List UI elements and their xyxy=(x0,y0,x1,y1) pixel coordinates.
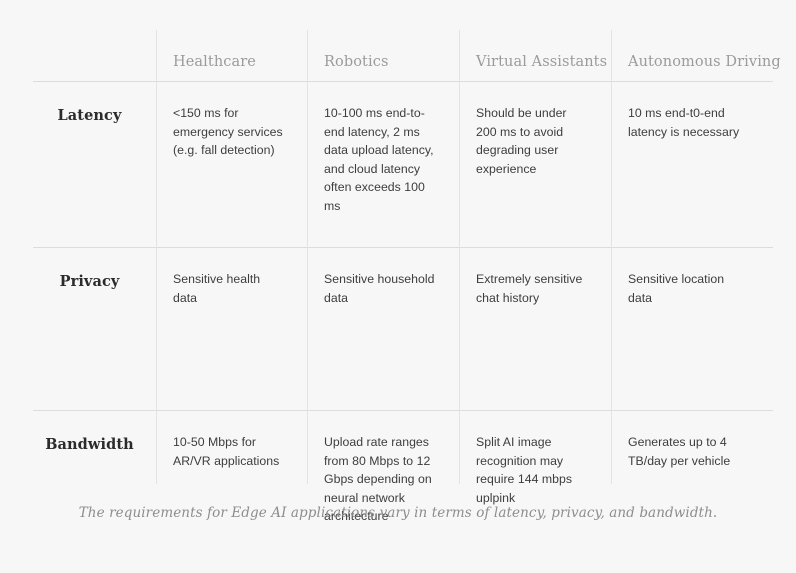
header-corner-cell xyxy=(33,30,156,81)
column-header-autonomous-driving: Autonomous Driving xyxy=(628,54,781,70)
table-row: Latency <150 ms for emergency services (… xyxy=(33,82,773,247)
table-header: Healthcare Robotics Virtual Assistants A… xyxy=(33,30,781,82)
cell-bandwidth-autonomous-driving: Generates up to 4 TB/day per vehicle xyxy=(628,435,731,468)
column-header-healthcare: Healthcare xyxy=(173,54,256,70)
column-header-virtual-assistants: Virtual Assistants xyxy=(476,54,608,70)
row-label-latency: Latency xyxy=(57,107,122,124)
cell-latency-healthcare: <150 ms for emergency services (e.g. fal… xyxy=(173,106,283,157)
figure-container: Healthcare Robotics Virtual Assistants A… xyxy=(0,0,796,563)
cell-privacy-virtual-assistants: Extremely sensitive chat history xyxy=(476,272,583,305)
figure-caption: The requirements for Edge AI application… xyxy=(78,505,718,521)
comparison-table-wrapper: Healthcare Robotics Virtual Assistants A… xyxy=(33,30,781,523)
header-row: Healthcare Robotics Virtual Assistants A… xyxy=(33,30,781,81)
requirements-comparison-table: Healthcare Robotics Virtual Assistants A… xyxy=(33,30,781,573)
row-label-bandwidth: Bandwidth xyxy=(45,436,134,453)
cell-latency-autonomous-driving: 10 ms end-t0-end latency is necessary xyxy=(628,106,740,139)
cell-latency-robotics: 10-100 ms end-to-end latency, 2 ms data … xyxy=(324,106,434,213)
column-divider xyxy=(611,30,612,484)
cell-bandwidth-healthcare: 10-50 Mbps for AR/VR applications xyxy=(173,435,280,468)
column-header-robotics: Robotics xyxy=(324,54,389,70)
cell-bandwidth-virtual-assistants: Split AI image recognition may require 1… xyxy=(476,435,573,505)
table-row: Privacy Sensitive health data Sensitive … xyxy=(33,248,773,410)
column-divider xyxy=(156,30,157,484)
table-body: Latency <150 ms for emergency services (… xyxy=(33,82,773,573)
column-divider xyxy=(459,30,460,484)
cell-privacy-robotics: Sensitive household data xyxy=(324,272,435,305)
row-label-privacy: Privacy xyxy=(59,273,120,290)
cell-latency-virtual-assistants: Should be under 200 ms to avoid degradin… xyxy=(476,106,567,176)
cell-privacy-healthcare: Sensitive health data xyxy=(173,272,261,305)
cell-privacy-autonomous-driving: Sensitive location data xyxy=(628,272,725,305)
cell-bandwidth-robotics: Upload rate ranges from 80 Mbps to 12 Gb… xyxy=(324,435,432,523)
table-row: Bandwidth 10-50 Mbps for AR/VR applicati… xyxy=(33,411,773,573)
column-divider xyxy=(307,30,308,484)
